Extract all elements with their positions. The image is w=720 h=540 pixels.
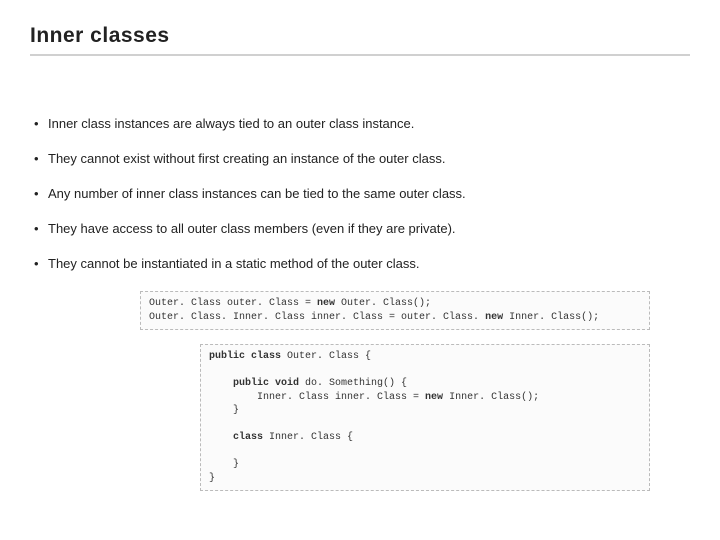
slide-title: Inner classes xyxy=(30,24,690,48)
code-text: Inner. Class(); xyxy=(443,392,539,403)
code-text: } xyxy=(209,405,239,416)
code-text: Outer. Class outer. Class = xyxy=(149,298,317,309)
bullet-item: Any number of inner class instances can … xyxy=(34,186,690,201)
code-keyword: class xyxy=(209,432,263,443)
code-text: Inner. Class { xyxy=(263,432,353,443)
code-snippet-class: public class Outer. Class { public void … xyxy=(200,344,650,491)
bullet-item: Inner class instances are always tied to… xyxy=(34,116,690,131)
bullet-item: They cannot be instantiated in a static … xyxy=(34,256,690,271)
code-text: Outer. Class { xyxy=(281,351,371,362)
title-underline xyxy=(30,54,690,56)
code-text: Outer. Class(); xyxy=(335,298,431,309)
code-text: } xyxy=(209,459,239,470)
code-snippet-usage: Outer. Class outer. Class = new Outer. C… xyxy=(140,291,650,330)
code-text: Outer. Class. Inner. Class inner. Class … xyxy=(149,312,485,323)
code-text: } xyxy=(209,473,215,484)
code-text: do. Something() { xyxy=(299,378,407,389)
code-keyword: public void xyxy=(209,378,299,389)
code-keyword: new xyxy=(485,312,503,323)
bullet-item: They cannot exist without first creating… xyxy=(34,151,690,166)
bullet-list: Inner class instances are always tied to… xyxy=(30,116,690,271)
code-keyword: public class xyxy=(209,351,281,362)
bullet-item: They have access to all outer class memb… xyxy=(34,221,690,236)
code-text: Inner. Class inner. Class = xyxy=(209,392,425,403)
code-keyword: new xyxy=(425,392,443,403)
code-text: Inner. Class(); xyxy=(503,312,599,323)
code-keyword: new xyxy=(317,298,335,309)
